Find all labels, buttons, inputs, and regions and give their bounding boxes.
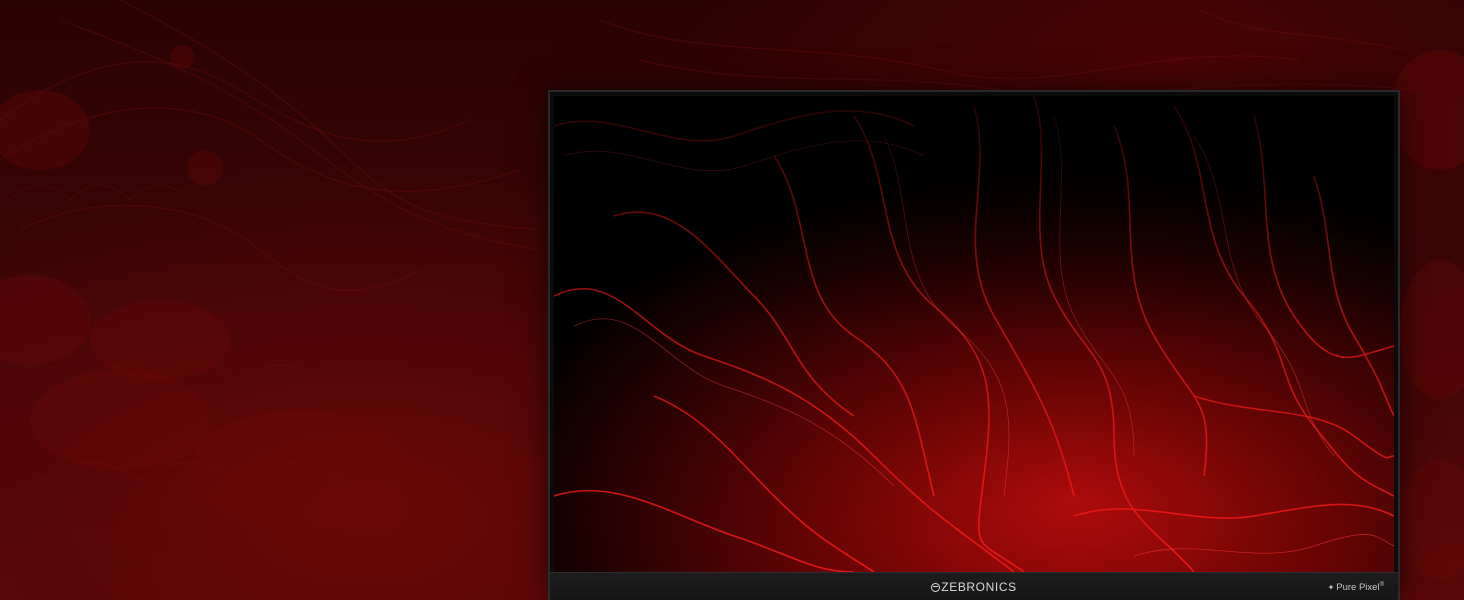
- product-banner: ZEBRONICS ✦ Pure Pixel®: [0, 0, 1464, 600]
- pure-pixel-label: Pure Pixel: [1336, 582, 1380, 593]
- brand-logo: ZEBRONICS: [550, 580, 1398, 594]
- monitor-screen: [554, 96, 1394, 572]
- sparkle-icon: ✦: [1327, 583, 1335, 592]
- pure-pixel-badge: ✦ Pure Pixel®: [1328, 582, 1384, 593]
- brand-name: ZEBRONICS: [941, 580, 1017, 594]
- screen-wallpaper-red-fluid: [554, 96, 1394, 572]
- registered-mark: ®: [1379, 582, 1384, 588]
- monitor-bottom-bezel: ZEBRONICS ✦ Pure Pixel®: [550, 572, 1398, 600]
- zebronics-logo-icon: [931, 583, 941, 592]
- monitor: ZEBRONICS ✦ Pure Pixel®: [548, 90, 1400, 600]
